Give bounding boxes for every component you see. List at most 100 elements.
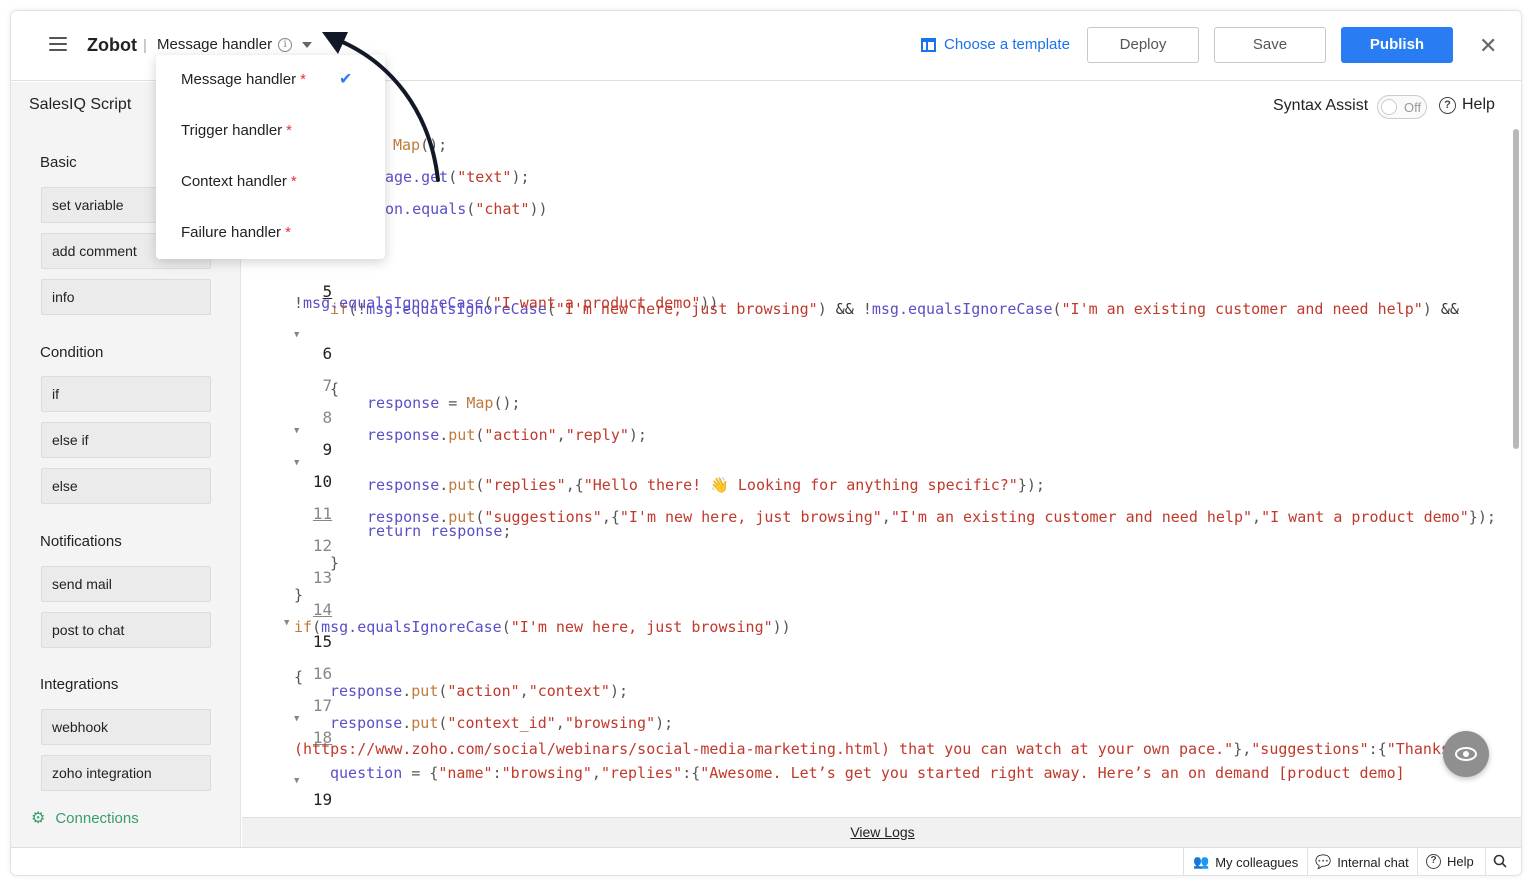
handler-select-label: Message handler xyxy=(157,36,273,53)
view-logs-bar: View Logs xyxy=(242,817,1521,847)
syntax-assist-toggle[interactable]: Off xyxy=(1377,95,1427,119)
connections-label: Connections xyxy=(55,809,139,827)
dropdown-item-label: Message handler xyxy=(181,71,297,88)
dropdown-item-label: Failure handler xyxy=(181,224,282,241)
tool-send-mail[interactable]: send mail xyxy=(41,566,211,602)
tool-else-if[interactable]: else if xyxy=(41,422,211,458)
tool-info[interactable]: info xyxy=(41,279,211,315)
title-separator: | xyxy=(143,37,147,54)
line-number: 10 xyxy=(312,472,333,491)
status-bar: 👥 My colleagues 💬 Internal chat ? Help xyxy=(11,847,1521,875)
code-line: 14 if(msg.equalsIgnoreCase("I'm new here… xyxy=(294,600,791,636)
internal-chat-label: Internal chat xyxy=(1337,854,1409,870)
connections-link[interactable]: ⚙ Connections xyxy=(11,790,241,846)
dropdown-item-trigger-handler[interactable]: Trigger handler * xyxy=(181,122,292,139)
code-line: 5 if(!msg.equalsIgnoreCase("I'm new here… xyxy=(242,264,1459,318)
code-line: 13 } xyxy=(294,568,333,604)
code-line: 10 ▼ response.put("suggestions",{"I'm ne… xyxy=(294,458,1496,526)
fold-arrow-icon[interactable]: ▼ xyxy=(294,458,299,468)
toggle-state: Off xyxy=(1404,100,1422,115)
tool-post-to-chat[interactable]: post to chat xyxy=(41,612,211,648)
editor-scrollbar[interactable] xyxy=(1513,129,1519,449)
required-marker: * xyxy=(290,173,297,190)
view-logs-link[interactable]: View Logs xyxy=(850,824,914,840)
help-link[interactable]: ? Help xyxy=(1439,96,1495,114)
app-name: Zobot xyxy=(87,35,137,55)
fold-arrow-icon[interactable]: ▼ xyxy=(294,426,299,436)
gear-icon: ⚙ xyxy=(31,810,46,827)
line-number: 19 xyxy=(312,790,333,809)
eye-icon xyxy=(1455,747,1477,761)
preview-button[interactable] xyxy=(1443,731,1489,777)
line-number: 6 xyxy=(322,344,333,363)
fold-arrow-icon[interactable]: ▼ xyxy=(294,714,299,724)
code-line: 11 return response; xyxy=(242,486,512,540)
fold-arrow-icon[interactable]: ▼ xyxy=(284,618,289,628)
dropdown-item-context-handler[interactable]: Context handler * xyxy=(181,173,297,190)
fold-arrow-icon[interactable]: ▼ xyxy=(294,776,299,786)
people-icon: 👥 xyxy=(1193,854,1210,869)
fold-arrow-icon[interactable]: ▼ xyxy=(294,330,299,340)
line-number: 8 xyxy=(322,408,333,427)
line-number: 9 xyxy=(322,440,333,459)
internal-chat-link[interactable]: 💬 Internal chat xyxy=(1315,854,1409,870)
search-button[interactable] xyxy=(1493,854,1507,868)
help-label: Help xyxy=(1462,96,1495,113)
chevron-down-icon[interactable] xyxy=(302,41,313,48)
help-icon: ? xyxy=(1439,96,1456,114)
info-icon[interactable]: i xyxy=(278,37,293,52)
category-basic: Basic xyxy=(40,154,77,171)
handler-select[interactable]: Message handler i xyxy=(157,36,313,53)
syntax-assist-label: Syntax Assist xyxy=(1273,97,1369,114)
save-button[interactable]: Save xyxy=(1214,27,1326,63)
dropdown-item-label: Trigger handler xyxy=(181,122,283,139)
check-icon: ✔ xyxy=(339,71,353,88)
panel-title: SalesIQ Script xyxy=(29,96,132,113)
line-number: 11 xyxy=(312,504,333,523)
footer-help-label: Help xyxy=(1447,854,1474,869)
dropdown-item-failure-handler[interactable]: Failure handler * xyxy=(181,224,291,241)
required-marker: * xyxy=(300,71,306,88)
code-line: 16 response.put("action","context"); xyxy=(242,646,628,700)
category-notifications: Notifications xyxy=(40,533,122,550)
toggle-knob xyxy=(1381,99,1397,115)
divider xyxy=(1183,848,1184,875)
line-number: 13 xyxy=(312,568,333,587)
search-icon xyxy=(1493,854,1507,868)
code-line: 20 } xyxy=(242,804,296,816)
tool-zoho-integration[interactable]: zoho integration xyxy=(41,755,211,791)
code-line: 15 ▼ { xyxy=(284,618,333,686)
publish-button[interactable]: Publish xyxy=(1341,27,1453,63)
line-number: 17 xyxy=(312,696,333,715)
choose-template-link[interactable]: Choose a template xyxy=(921,36,1070,53)
divider xyxy=(1485,848,1486,875)
my-colleagues-link[interactable]: 👥 My colleagues xyxy=(1193,854,1298,870)
deploy-button[interactable]: Deploy xyxy=(1087,27,1199,63)
tool-else[interactable]: else xyxy=(41,468,211,504)
code-line: 18 ▼ question = {"name":"browsing","repl… xyxy=(294,714,1405,782)
line-number: 16 xyxy=(312,664,333,683)
code-editor[interactable]: Map(); age.get("text"); on.equals("chat"… xyxy=(242,126,1521,816)
close-icon[interactable]: ✕ xyxy=(1479,33,1497,59)
line-number: 7 xyxy=(322,376,333,395)
required-marker: * xyxy=(286,122,293,139)
dropdown-item-message-handler[interactable]: Message handler * xyxy=(181,71,306,88)
tool-webhook[interactable]: webhook xyxy=(41,709,211,745)
category-condition: Condition xyxy=(40,344,104,361)
required-marker: * xyxy=(285,224,291,241)
code-line: 9 ▼ response.put("replies",{"Hello there… xyxy=(294,426,1045,494)
handler-dropdown-menu: Message handler * ✔ Trigger handler * Cont… xyxy=(156,55,385,259)
line-number: 12 xyxy=(312,536,333,555)
divider xyxy=(1307,848,1308,875)
line-number: 14 xyxy=(312,600,333,619)
code-line: 8 response.put("action","reply"); xyxy=(242,390,647,444)
line-number: 15 xyxy=(312,632,333,651)
my-colleagues-label: My colleagues xyxy=(1215,854,1299,870)
hamburger-menu-icon[interactable] xyxy=(49,37,67,51)
tool-if[interactable]: if xyxy=(41,376,211,412)
code-line: 7 response = Map(); xyxy=(242,358,521,412)
category-integrations: Integrations xyxy=(40,676,119,693)
divider xyxy=(1417,848,1418,875)
footer-help-link[interactable]: ? Help xyxy=(1426,854,1474,869)
chat-icon: 💬 xyxy=(1315,854,1332,869)
